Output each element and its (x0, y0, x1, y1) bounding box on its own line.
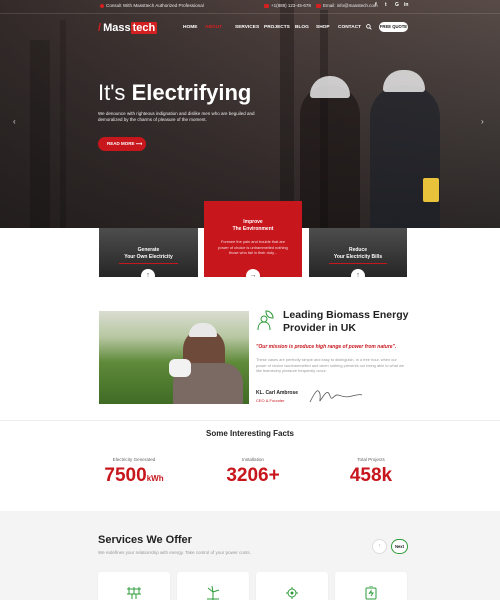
fact-label: Installation (242, 457, 264, 462)
twitter-icon[interactable]: t (385, 2, 387, 8)
arrow-right-icon: ⟶ (135, 141, 143, 146)
nav-item-shop[interactable]: SHOP (316, 25, 330, 30)
feature-title-line1: Generate (137, 247, 160, 253)
fact-value: 3206+ (203, 465, 303, 487)
fact-value: 7500kWh (84, 465, 184, 487)
fact-label: Total Projects (357, 457, 385, 462)
nav-item-services[interactable]: SERVICES (235, 25, 259, 30)
fact-value: 458k (321, 465, 421, 487)
wind-turbine-icon (207, 586, 220, 600)
services-section (0, 511, 500, 600)
read-more-button[interactable]: READ MORE ⟶ (98, 137, 146, 151)
envelope-icon (316, 3, 321, 8)
facebook-icon[interactable]: f (375, 2, 377, 8)
logo-text-part2: tech (130, 22, 158, 34)
about-text: These cases are perfectly simple and eas… (256, 357, 404, 374)
email-address: Email: info@masstech.com (323, 3, 378, 8)
arrow-up-icon[interactable]: ↑ (141, 269, 155, 283)
arrow-right-icon[interactable]: → (246, 269, 260, 283)
hero-title-bold: Electrifying (131, 80, 252, 105)
top-notice: Consult With Massttech Authorized Profes… (100, 3, 204, 8)
services-subtitle: We redefines your relationship with ener… (98, 550, 251, 555)
feature-title-line2: Your Own Electricity (124, 254, 173, 260)
service-card[interactable] (256, 572, 328, 600)
feature-title-line1: Improve (243, 219, 263, 225)
logo-slash-icon: / (98, 22, 102, 34)
slider-prev-icon[interactable]: ‹ (13, 117, 16, 126)
gear-leaf-icon (286, 587, 298, 599)
feature-title-line1: Reduce (348, 247, 368, 253)
feature-divider (329, 263, 387, 264)
solar-panel-icon (127, 587, 141, 599)
slider-next-icon[interactable]: › (481, 117, 484, 126)
service-card[interactable] (335, 572, 407, 600)
top-email[interactable]: Email: info@masstech.com (316, 3, 378, 8)
nav-item-home[interactable]: HOME (183, 25, 197, 30)
services-next-button[interactable]: Next (391, 539, 408, 554)
feature-title-line2: The Environment (232, 226, 274, 232)
nav-item-about[interactable]: ABOUT (205, 25, 222, 30)
ceo-role: CEO & Founder (256, 398, 285, 403)
service-card[interactable] (98, 572, 170, 600)
fact-number: 7500 (104, 465, 147, 486)
feature-reduce[interactable]: Reduce Your Electricity Bills ↑ (309, 228, 407, 283)
battery-icon (365, 586, 377, 600)
services-prev-button[interactable]: ‹ (372, 539, 387, 554)
hero-title-light: It's (98, 80, 126, 105)
fact-label: Electricity Generated (112, 457, 156, 462)
hero-title: It's Electrifying (98, 80, 251, 106)
phone-icon (264, 3, 269, 8)
feature-title: Improve The Environment (204, 201, 302, 233)
ceo-name: KL. Carl Ambrose (256, 390, 299, 396)
google-plus-icon[interactable]: G (395, 2, 399, 8)
eco-worker-icon (257, 310, 274, 331)
nav-item-projects[interactable]: PROJECTS (264, 25, 290, 30)
signature-image (309, 390, 363, 403)
feature-description: Foresee the pain and trouble that are po… (218, 239, 288, 256)
feature-divider (119, 263, 178, 264)
about-photo (99, 311, 249, 404)
search-icon[interactable] (366, 24, 372, 30)
feature-title: Reduce Your Electricity Bills (309, 247, 407, 261)
feature-title-line2: Your Electricity Bills (333, 254, 383, 260)
logo-text-part1: Mass (103, 22, 131, 34)
feature-title: Generate Your Own Electricity (99, 247, 198, 261)
feature-improve[interactable]: Improve The Environment Foresee the pain… (204, 201, 302, 283)
about-title: Leading Biomass Energy Provider in UK (283, 309, 409, 334)
free-quote-button[interactable]: FREE QUOTE (379, 22, 408, 32)
linkedin-icon[interactable]: in (404, 2, 408, 8)
arrow-up-icon[interactable]: ↑ (351, 269, 365, 283)
about-mission: "Our mission is produce high range of po… (256, 344, 397, 350)
services-title: Services We Offer (98, 534, 192, 546)
top-bar: Consult With Massttech Authorized Profes… (0, 0, 500, 14)
fact-number: 3206+ (226, 465, 280, 486)
hero-subtitle: We denounce with righteous indignation a… (98, 111, 255, 122)
fact-number: 458k (349, 465, 393, 486)
read-more-label: READ MORE (107, 141, 135, 146)
brand-logo[interactable]: / Mass tech (98, 22, 158, 34)
nav-item-contact[interactable]: CONTACT (338, 25, 361, 30)
service-card[interactable] (177, 572, 249, 600)
nav-item-blog[interactable]: BLOG (295, 25, 309, 30)
phone-number: +1(888) 123-45-678 (271, 3, 311, 8)
feature-generate[interactable]: Generate Your Own Electricity ↑ (99, 228, 198, 283)
facts-title: Some Interesting Facts (205, 429, 295, 438)
fact-unit: kWh (146, 474, 164, 483)
top-phone[interactable]: +1(888) 123-45-678 (264, 3, 311, 8)
